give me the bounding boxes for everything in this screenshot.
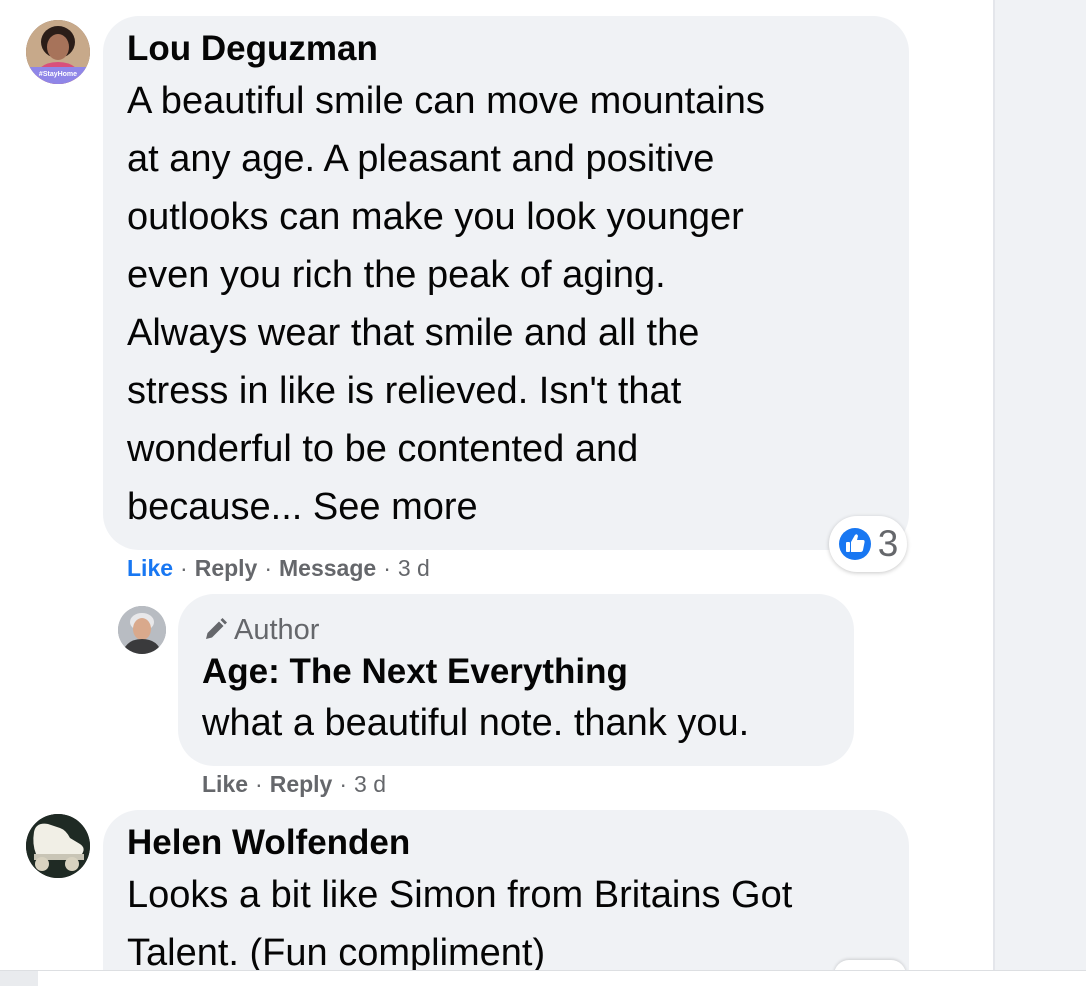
separator-dot: · xyxy=(264,555,273,581)
comment-actions: Like · Reply · Message · 3 d xyxy=(127,554,430,582)
bottom-scroll-bar[interactable] xyxy=(0,970,1086,986)
comment-text-line: Always wear that smile and all the xyxy=(127,312,700,354)
comment-text-last-line: because... See more xyxy=(127,478,765,536)
reply-text-line: what a beautiful note. thank you. xyxy=(202,702,750,744)
comment-timestamp[interactable]: 3 d xyxy=(398,555,430,581)
comment-author-name[interactable]: Lou Deguzman xyxy=(127,29,378,69)
reply-text: what a beautiful note. thank you. xyxy=(202,694,749,752)
scrollbar-corner xyxy=(0,971,38,986)
like-reaction-icon xyxy=(838,528,871,560)
comment-text-line: outlooks can make you look younger xyxy=(127,196,744,238)
message-button[interactable]: Message xyxy=(279,555,376,581)
like-button[interactable]: Like xyxy=(127,555,173,581)
comment-author-name[interactable]: Helen Wolfenden xyxy=(127,823,410,863)
author-badge-label: Author xyxy=(234,613,320,646)
right-side-panel xyxy=(993,0,1086,970)
separator-dot: · xyxy=(180,555,188,581)
separator-dot: · xyxy=(339,771,348,797)
comment-text-line: stress in like is relieved. Isn't that xyxy=(127,370,682,412)
reply-button[interactable]: Reply xyxy=(195,555,258,581)
author-badge: Author xyxy=(202,614,319,646)
avatar-lou-deguzman[interactable]: #StayHome xyxy=(26,20,90,84)
comment-text-line: because... xyxy=(127,486,303,528)
comment-text-line: wonderful to be contented and xyxy=(127,428,639,470)
pencil-icon xyxy=(206,618,227,639)
reply-button[interactable]: Reply xyxy=(270,771,333,797)
separator-dot: · xyxy=(255,771,263,797)
comment-text-line: at any age. A pleasant and positive xyxy=(127,138,715,180)
reply-timestamp[interactable]: 3 d xyxy=(354,771,386,797)
reply-author-name[interactable]: Age: The Next Everything xyxy=(202,652,628,692)
stay-home-badge: #StayHome xyxy=(39,71,77,78)
comment-text: A beautiful smile can move mountains at … xyxy=(127,72,765,536)
profile-photo-icon: #StayHome xyxy=(26,20,90,84)
comment-text-line: Looks a bit like Simon from Britains Got xyxy=(127,874,793,916)
see-more-link[interactable]: See more xyxy=(313,486,478,528)
comment-text-line: A beautiful smile can move mountains xyxy=(127,80,765,122)
roller-skate-photo-icon xyxy=(26,814,90,878)
profile-photo-icon xyxy=(118,606,166,654)
avatar-helen-wolfenden[interactable] xyxy=(26,814,90,878)
reply-actions: Like · Reply · 3 d xyxy=(202,770,386,798)
comment-text-line: even you rich the peak of aging. xyxy=(127,254,666,296)
avatar-age-the-next-everything[interactable] xyxy=(118,606,166,654)
like-button[interactable]: Like xyxy=(202,771,248,797)
separator-dot: · xyxy=(383,555,391,581)
reaction-count-button[interactable]: 3 xyxy=(829,516,907,572)
comment-text: Looks a bit like Simon from Britains Got… xyxy=(127,866,792,982)
reaction-count: 3 xyxy=(877,523,899,564)
comments-view: #StayHome Lou Deguzman A beautiful smile… xyxy=(0,0,1086,986)
